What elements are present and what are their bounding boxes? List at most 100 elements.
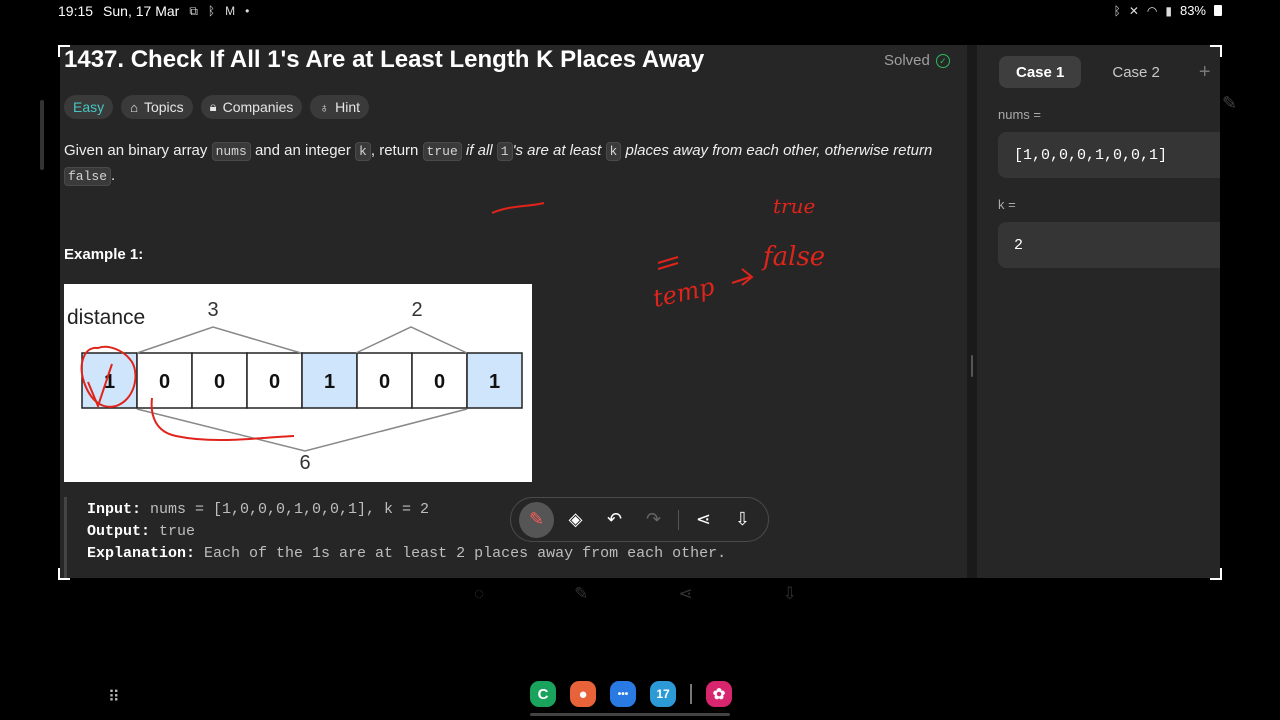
bluetooth-icon: ᛒ — [1113, 3, 1121, 18]
contacts-app-icon[interactable]: ● — [570, 681, 596, 707]
frame-corner — [58, 568, 70, 580]
example-title: Example 1: — [64, 246, 144, 263]
input-value: nums = [1,0,0,0,1,0,0,1], k = 2 — [141, 501, 430, 518]
status-bar-right: ᛒ ✕ ◠ ▮ 83% — [1114, 3, 1222, 18]
check-circle-icon: ✓ — [935, 53, 950, 68]
array-cell-value: 0 — [379, 371, 390, 393]
app-window: 1437. Check If All 1's Are at Least Leng… — [60, 45, 1220, 578]
underline-annotation — [491, 202, 545, 214]
messages-app-icon[interactable]: ••• — [610, 681, 636, 707]
add-case-button[interactable]: + — [1199, 61, 1211, 84]
lightbulb-icon: ♁ — [319, 99, 330, 115]
testcase-panel: Case 1 Case 2 + nums = [1,0,0,0,1,0,0,1]… — [977, 45, 1220, 578]
figure-label: distance — [67, 306, 145, 329]
arrow-annotation — [731, 268, 754, 286]
undo-icon[interactable]: ↶ — [597, 502, 632, 538]
handwriting-layer: true false temp — [491, 194, 825, 313]
screenshot-icon: ⧉ — [189, 3, 198, 18]
eraser-icon[interactable]: ◈ — [558, 502, 593, 538]
desc-text: , return — [370, 142, 423, 159]
solved-label: Solved — [884, 52, 930, 69]
hint-label: Hint — [335, 99, 361, 115]
array-cell-value: 0 — [214, 371, 225, 393]
companies-label: Companies — [222, 99, 294, 115]
share-icon[interactable]: ⋖ — [686, 502, 721, 538]
scribble-annotation — [657, 256, 679, 270]
example-output: Output: true — [87, 523, 195, 540]
companies-button[interactable]: 🔒︎ Companies — [200, 95, 303, 119]
pen-icon[interactable]: ✎ — [519, 501, 554, 538]
signal-icon: ▮ — [1165, 3, 1172, 18]
handwriting-word: temp — [650, 273, 716, 313]
tag-row: Easy ⌂ Topics 🔒︎ Companies ♁ Hint — [64, 95, 370, 119]
distance-label-b: 2 — [411, 299, 422, 321]
inline-code: true — [422, 142, 462, 161]
nums-label: nums = — [998, 107, 1041, 122]
problem-panel: 1437. Check If All 1's Are at Least Leng… — [60, 45, 967, 578]
drawing-toolbar: ✎ ◈ ↶ ↷ ⋖ ⇩ — [510, 497, 769, 542]
explanation-value: Each of the 1s are at least 2 places awa… — [195, 545, 727, 562]
page-title: 1437. Check If All 1's Are at Least Leng… — [64, 46, 705, 73]
mute-icon: ✕ — [1128, 3, 1139, 18]
k-label: k = — [998, 197, 1016, 212]
solved-badge: Solved ✓ — [884, 52, 950, 69]
array-cell-value: 1 — [489, 371, 500, 393]
frame-corner — [1210, 45, 1222, 57]
desc-text: and an integer — [250, 142, 356, 159]
panel-divider[interactable] — [967, 45, 977, 578]
difficulty-badge: Easy — [64, 95, 114, 119]
status-bar-left: 19:15 Sun, 17 Mar ⧉ ᛒ M • — [58, 3, 249, 19]
difficulty-label: Easy — [73, 99, 105, 115]
array-cell-value: 0 — [159, 371, 170, 393]
resize-handle[interactable] — [971, 355, 973, 377]
distance-label-total: 6 — [299, 452, 310, 474]
distance-bracket-total — [136, 408, 468, 452]
gallery-app-icon[interactable]: ✿ — [706, 681, 732, 707]
nums-input[interactable]: [1,0,0,0,1,0,0,1] — [998, 132, 1220, 178]
side-handle[interactable] — [40, 100, 44, 170]
example-input: Input: nums = [1,0,0,0,1,0,0,1], k = 2 — [87, 501, 429, 518]
apps-grid-icon[interactable]: ⠿ — [108, 687, 121, 707]
home-indicator — [530, 713, 730, 716]
input-key: Input: — [87, 501, 142, 518]
gmail-icon: M — [225, 4, 236, 18]
ghost-icon: ⋖ — [678, 584, 693, 603]
download-icon[interactable]: ⇩ — [725, 502, 760, 538]
dock: C ● ••• 17 ✿ — [530, 681, 732, 707]
tag-icon: ⌂ — [130, 99, 138, 115]
desc-text: Given an binary array — [64, 142, 212, 159]
inline-code: nums — [211, 142, 251, 161]
phone-app-icon[interactable]: C — [530, 681, 556, 707]
array-cell-value: 1 — [324, 371, 335, 393]
calendar-app-icon[interactable]: 17 — [650, 681, 676, 707]
clock: 19:15 — [58, 3, 94, 19]
tab-case-2[interactable]: Case 2 — [1095, 56, 1177, 88]
pen-side-icon[interactable]: ✎ — [1222, 93, 1237, 114]
bluetooth-icon: ᛒ — [207, 4, 216, 18]
date: Sun, 17 Mar — [103, 3, 180, 19]
ghost-icon: ✎ — [574, 584, 589, 603]
output-key: Output: — [87, 523, 151, 540]
ghost-icon: ⇩ — [782, 584, 797, 603]
array-cell-value: 0 — [434, 371, 445, 393]
distance-bracket — [136, 326, 302, 354]
frame-corner — [1210, 568, 1222, 580]
topics-label: Topics — [143, 99, 184, 115]
output-value: true — [150, 523, 196, 540]
toolbar-divider — [678, 509, 679, 530]
example-explanation: Explanation: Each of the 1s are at least… — [87, 545, 726, 562]
frame-corner — [58, 45, 70, 57]
distance-bracket — [355, 326, 468, 354]
inline-code: k — [355, 142, 371, 161]
example-figure: distance 10001001 3 2 6 — [64, 284, 532, 482]
desc-text: . — [111, 167, 116, 184]
testcase-tabs: Case 1 Case 2 + — [999, 56, 1211, 88]
handwriting-word: true — [773, 194, 815, 218]
redo-icon[interactable]: ↷ — [636, 502, 671, 538]
hint-button[interactable]: ♁ Hint — [310, 95, 370, 119]
topics-button[interactable]: ⌂ Topics — [121, 95, 193, 119]
k-input[interactable]: 2 — [998, 222, 1220, 268]
dock-divider — [690, 684, 692, 704]
tab-case-1[interactable]: Case 1 — [999, 56, 1082, 88]
battery-percent: 83% — [1179, 3, 1206, 18]
